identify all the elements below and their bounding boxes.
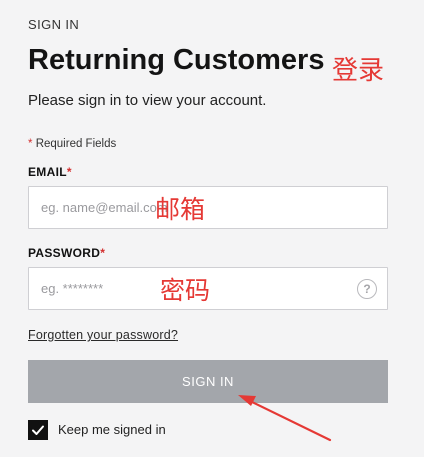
checkmark-icon xyxy=(32,425,44,435)
keep-signed-in-checkbox[interactable] xyxy=(28,420,48,440)
password-label: PASSWORD* xyxy=(28,246,105,260)
forgot-password-link[interactable]: Forgotten your password? xyxy=(28,328,178,342)
required-star: * xyxy=(28,138,33,150)
question-circle-icon[interactable]: ? xyxy=(357,279,377,299)
page-subtitle: Please sign in to view your account. xyxy=(28,92,267,109)
email-label: EMAIL* xyxy=(28,165,72,179)
annotation-login: 登录 xyxy=(332,56,385,86)
email-field[interactable] xyxy=(29,187,387,228)
password-required-star: * xyxy=(100,246,106,260)
annotation-password: 密码 xyxy=(160,276,211,305)
email-required-star: * xyxy=(66,165,72,179)
required-fields-note: * Required Fields xyxy=(28,138,116,150)
password-label-text: PASSWORD xyxy=(28,246,101,260)
keep-signed-in-label: Keep me signed in xyxy=(58,422,166,437)
page-eyebrow: SIGN IN xyxy=(28,17,80,32)
email-label-text: EMAIL xyxy=(28,165,67,179)
required-fields-text: Required Fields xyxy=(35,138,117,150)
annotation-arrow-icon xyxy=(238,395,332,442)
email-field-wrapper xyxy=(28,186,388,229)
page-title: Returning Customers xyxy=(28,44,325,76)
annotation-email: 邮箱 xyxy=(155,195,206,224)
